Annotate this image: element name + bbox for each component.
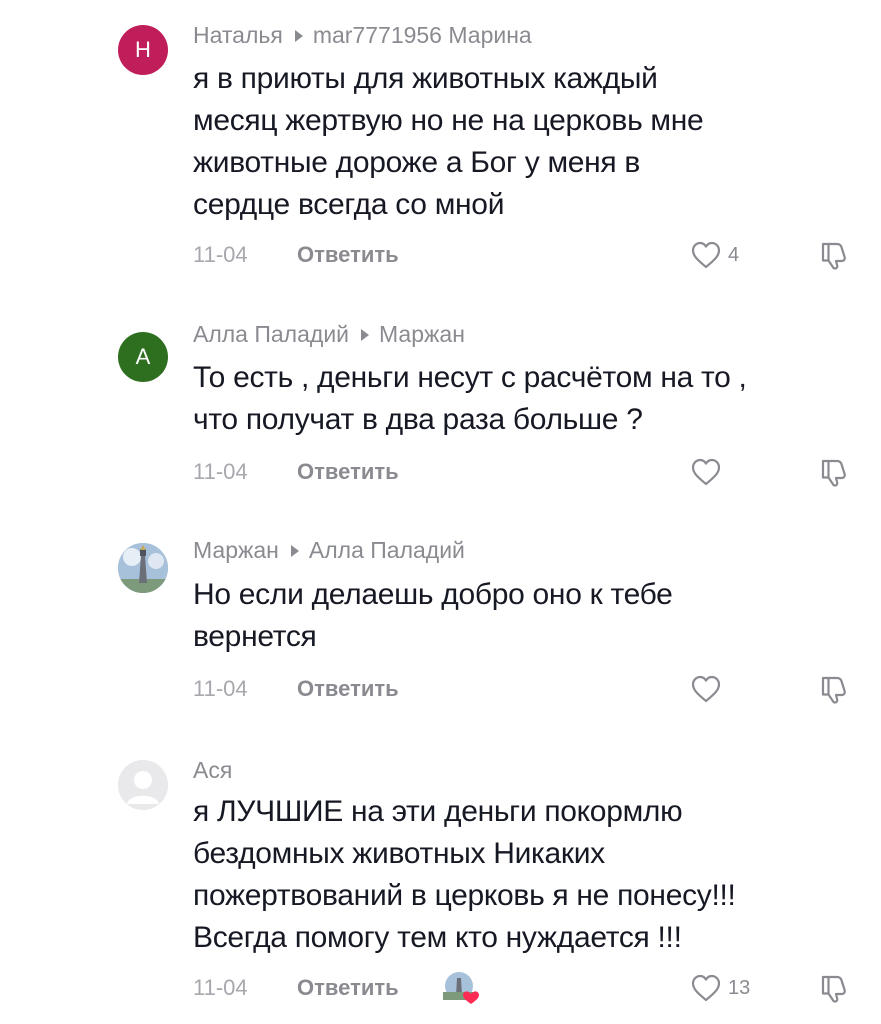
comment-line: что получат в два раза больше ? (193, 403, 643, 436)
default-user-icon (118, 760, 168, 810)
reply-to-user[interactable]: mar7771956 Марина (313, 22, 532, 48)
creator-liked-avatar (443, 970, 479, 1006)
reply-arrow-icon (294, 30, 303, 42)
comment-line: я в приюты для животных каждый (193, 62, 658, 95)
like-count: 13 (728, 976, 751, 999)
comment-header: Наталья mar7771956 Марина (193, 20, 532, 50)
comment-date: 11-04 (193, 459, 248, 484)
like-count: 4 (728, 243, 740, 266)
comment-meta: 11-04 Ответить (193, 456, 873, 488)
heart-outline-icon (691, 974, 721, 1002)
dislike-button[interactable] (817, 239, 849, 276)
thumbs-down-icon (821, 975, 846, 1003)
avatar-letter: Н (135, 37, 151, 62)
comment-author[interactable]: Наталья (193, 22, 283, 48)
comment-line: я ЛУЧШИЕ на эти деньги покормлю (193, 795, 683, 828)
reply-button[interactable]: Ответить (297, 456, 399, 488)
comment-date: 11-04 (193, 242, 248, 267)
heart-outline-icon (691, 458, 721, 486)
dislike-button[interactable] (817, 673, 849, 710)
thumbs-down-icon (821, 242, 846, 270)
comment-line: То есть , деньги несут с расчётом на то … (193, 361, 747, 394)
comment-date: 11-04 (193, 676, 248, 701)
comment-header: Маржан Алла Паладий (193, 535, 465, 565)
dislike-button[interactable] (817, 972, 849, 1009)
comment-line: вернется (193, 620, 317, 653)
reply-arrow-icon (290, 545, 299, 557)
avatar-letter: А (135, 344, 151, 369)
creator-liked-heart-icon (443, 972, 479, 1004)
thumbs-down-icon (821, 676, 846, 704)
comment-meta: 11-04 Ответить 13 (193, 972, 873, 1004)
reply-to-user[interactable]: Маржан (379, 321, 465, 347)
reply-button[interactable]: Ответить (297, 972, 399, 1004)
like-button[interactable]: 4 (690, 239, 739, 271)
comment-line: сердце всегда со мной (193, 188, 505, 221)
comment-date: 11-04 (193, 975, 248, 1000)
comment-text: я в приюты для животных каждый месяц жер… (193, 58, 863, 226)
like-button[interactable]: 13 (690, 972, 750, 1004)
comment-text: я ЛУЧШИЕ на эти деньги покормлю бездомны… (193, 791, 863, 959)
comment-line: Всегда помогу тем кто нуждается !!! (193, 921, 682, 954)
avatar[interactable] (118, 543, 168, 593)
heart-outline-icon (691, 675, 721, 703)
comment-line: месяц жертвую но не на церковь мне (193, 104, 704, 137)
comment-header: Алла Паладий Маржан (193, 319, 465, 349)
avatar[interactable] (118, 760, 168, 810)
comment-header: Ася (193, 755, 232, 785)
comment-meta: 11-04 Ответить (193, 673, 873, 705)
heart-outline-icon (691, 241, 721, 269)
comment-line: бездомных животных Никаких (193, 837, 605, 870)
monument-photo-icon (118, 543, 168, 593)
comment-author[interactable]: Алла Паладий (193, 321, 349, 347)
comment-author[interactable]: Ася (193, 757, 232, 783)
comment-text: Но если делаешь добро оно к тебе вернетс… (193, 574, 863, 658)
comment-line: Но если делаешь добро оно к тебе (193, 578, 673, 611)
like-button[interactable] (690, 673, 728, 705)
comment-meta: 11-04 Ответить 4 (193, 239, 873, 271)
like-button[interactable] (690, 456, 728, 488)
reply-button[interactable]: Ответить (297, 239, 399, 271)
avatar[interactable]: А (118, 332, 168, 382)
comment-line: пожертвований в церковь я не понесу!!! (193, 879, 736, 912)
comment-author[interactable]: Маржан (193, 537, 279, 563)
reply-to-user[interactable]: Алла Паладий (309, 537, 465, 563)
reply-arrow-icon (361, 329, 370, 341)
comment-line: животные дороже а Бог у меня в (193, 146, 641, 179)
thumbs-down-icon (821, 459, 846, 487)
avatar[interactable]: Н (118, 25, 168, 75)
dislike-button[interactable] (817, 456, 849, 493)
comment-text: То есть , деньги несут с расчётом на то … (193, 357, 863, 441)
reply-button[interactable]: Ответить (297, 673, 399, 705)
